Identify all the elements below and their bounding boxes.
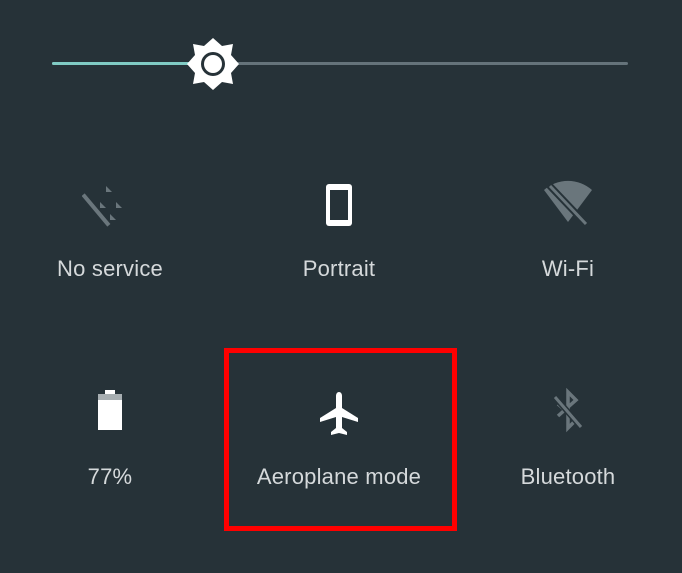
no-signal-icon [81, 180, 138, 236]
tile-no-service[interactable]: No service [0, 180, 220, 340]
tile-portrait[interactable]: Portrait [229, 180, 449, 340]
tile-battery[interactable]: 77% [0, 388, 220, 548]
highlight-box [224, 348, 457, 531]
tile-label-no-service: No service [57, 256, 163, 281]
battery-icon [82, 388, 138, 444]
tile-label-battery: 77% [87, 464, 133, 489]
tile-wifi[interactable]: Wi-Fi [458, 180, 678, 340]
tile-label-portrait: Portrait [302, 256, 376, 281]
phone-portrait-icon [311, 180, 367, 236]
tile-label-wifi: Wi-Fi [541, 256, 595, 281]
brightness-icon[interactable] [185, 36, 241, 92]
tile-bluetooth[interactable]: Bluetooth [458, 387, 678, 548]
wifi-off-icon [540, 180, 596, 236]
brightness-slider[interactable] [52, 36, 628, 92]
tile-label-bluetooth: Bluetooth [520, 464, 616, 489]
bluetooth-off-icon [540, 387, 596, 444]
